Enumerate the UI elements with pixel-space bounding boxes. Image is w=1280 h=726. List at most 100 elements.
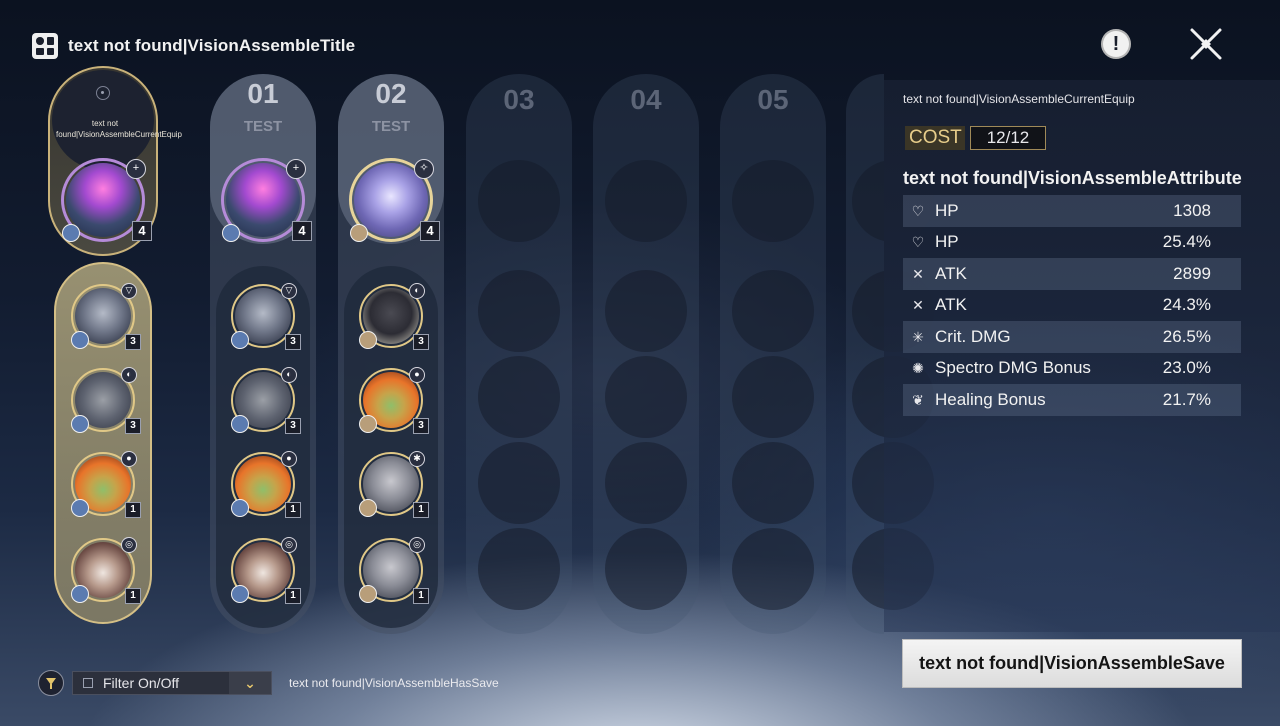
character-avatar [222, 224, 240, 242]
stat-list: ♡ HP 1308 ♡ HP 25.4% ✕ ATK 2899 ✕ ATK 24… [903, 195, 1241, 416]
echo-slot[interactable]: ▽ 3 [231, 283, 301, 350]
heart-icon: ♡ [911, 234, 925, 251]
echo-slot[interactable]: ◐ 3 [231, 367, 301, 434]
page-title: text not found|VisionAssembleTitle [68, 36, 356, 55]
character-avatar [350, 224, 368, 242]
character-avatar [231, 499, 249, 517]
leaf-icon: ❦ [912, 391, 924, 408]
close-button[interactable] [1188, 26, 1224, 62]
empty-slot [605, 356, 687, 438]
echo-slot[interactable]: ● 1 [71, 451, 141, 518]
preset-number: 02 [375, 78, 407, 109]
stat-row: ✕ ATK 24.3% [903, 290, 1241, 322]
stat-value: 2899 [1173, 263, 1211, 283]
preset-column-03[interactable]: 03 [466, 74, 572, 634]
character-avatar [231, 585, 249, 603]
character-avatar [71, 585, 89, 603]
echo-cost: 1 [413, 588, 429, 604]
crit-burst-icon: ✳ [912, 328, 924, 345]
echo-cost: 1 [285, 588, 301, 604]
sonata-icon: + [126, 159, 146, 179]
empty-slot [478, 270, 560, 352]
echo-cost: 3 [285, 418, 301, 434]
empty-slot [732, 356, 814, 438]
stat-value: 1308 [1173, 200, 1211, 220]
stat-value: 26.5% [1162, 326, 1211, 346]
crossed-swords-icon: ✕ [912, 265, 924, 282]
echo-cost: 3 [285, 334, 301, 350]
preset-column-06-partial[interactable] [846, 74, 934, 634]
sonata-icon: ● [121, 451, 137, 467]
filter-label: Filter On/Off [103, 675, 179, 691]
echo-cost: 3 [125, 418, 141, 434]
stat-name: ATK [935, 263, 967, 283]
stat-name: HP [935, 200, 959, 220]
echo-cost: 1 [125, 588, 141, 604]
chevron-down-icon[interactable]: ⌄ [229, 672, 271, 694]
character-avatar [71, 499, 89, 517]
target-icon [96, 86, 110, 100]
cost-label: COST [905, 126, 965, 150]
sonata-icon: ◎ [409, 537, 425, 553]
stat-name: HP [935, 232, 959, 252]
character-avatar [359, 331, 377, 349]
echo-slot[interactable]: ▽ 3 [71, 283, 141, 350]
sonata-icon: ✱ [409, 451, 425, 467]
echo-cost: 1 [413, 502, 429, 518]
preset-number: 04 [630, 84, 662, 115]
character-avatar [71, 415, 89, 433]
empty-slot [732, 528, 814, 610]
save-button[interactable]: text not found|VisionAssembleSave [902, 639, 1242, 688]
edit-icon [83, 678, 93, 688]
sonata-icon: ◐ [281, 367, 297, 383]
echo-cost: 3 [125, 334, 141, 350]
character-avatar [359, 499, 377, 517]
preset-number: 05 [757, 84, 789, 115]
echo-slot[interactable]: ◎ 1 [359, 537, 429, 604]
echo-slot[interactable]: +4 [61, 158, 152, 242]
echo-cost: 4 [420, 221, 440, 241]
sonata-icon: ● [281, 451, 297, 467]
stat-name: ATK [935, 295, 967, 315]
filter-icon[interactable] [38, 670, 64, 696]
echo-slot[interactable]: ● 3 [359, 367, 429, 434]
preset-name: TEST [371, 118, 411, 135]
filter-dropdown[interactable]: Filter On/Off ⌄ [72, 671, 272, 695]
preset-column-05[interactable]: 05 [720, 74, 826, 634]
crossed-swords-icon: ✕ [912, 297, 924, 314]
info-button[interactable]: ! [1101, 29, 1131, 59]
echo-cost: 3 [413, 334, 429, 350]
preset-number: 03 [503, 84, 535, 115]
current-equip-cap: text not found|VisionAssembleCurrentEqui… [52, 70, 182, 170]
sonata-icon: ◐ [409, 283, 425, 299]
echo-slot[interactable]: ◎ 1 [231, 537, 301, 604]
stat-row: ♡ HP 1308 [903, 195, 1241, 227]
stat-name: Healing Bonus [935, 389, 1046, 409]
echo-slot[interactable]: ◎ 1 [71, 537, 141, 604]
menu-grid-icon[interactable] [32, 33, 58, 59]
echo-slot[interactable]: +4 [221, 158, 312, 242]
character-avatar [359, 585, 377, 603]
empty-slot [605, 270, 687, 352]
stat-name: Crit. DMG [935, 326, 1011, 346]
heart-icon: ♡ [911, 202, 925, 219]
echo-slot[interactable]: ✱ 1 [359, 451, 429, 518]
stat-name: Spectro DMG Bonus [935, 358, 1091, 378]
character-avatar [231, 415, 249, 433]
sonata-icon: ● [409, 367, 425, 383]
empty-slot [478, 442, 560, 524]
echo-slot[interactable]: ◐ 3 [359, 283, 429, 350]
attribute-title: text not found|VisionAssembleAttribute [903, 168, 1242, 188]
sonata-icon: ◐ [121, 367, 137, 383]
empty-slot [478, 160, 560, 242]
stat-value: 25.4% [1162, 232, 1211, 252]
echo-slot[interactable]: ● 1 [231, 451, 301, 518]
close-icon [1190, 28, 1222, 60]
character-avatar [62, 224, 80, 242]
echo-slot[interactable]: ✧ 4 [349, 158, 440, 242]
echo-cost: 4 [292, 221, 312, 241]
preset-column-04[interactable]: 04 [593, 74, 699, 634]
echo-slot[interactable]: ◐ 3 [71, 367, 141, 434]
empty-slot [605, 160, 687, 242]
stat-row: ♡ HP 25.4% [903, 227, 1241, 259]
